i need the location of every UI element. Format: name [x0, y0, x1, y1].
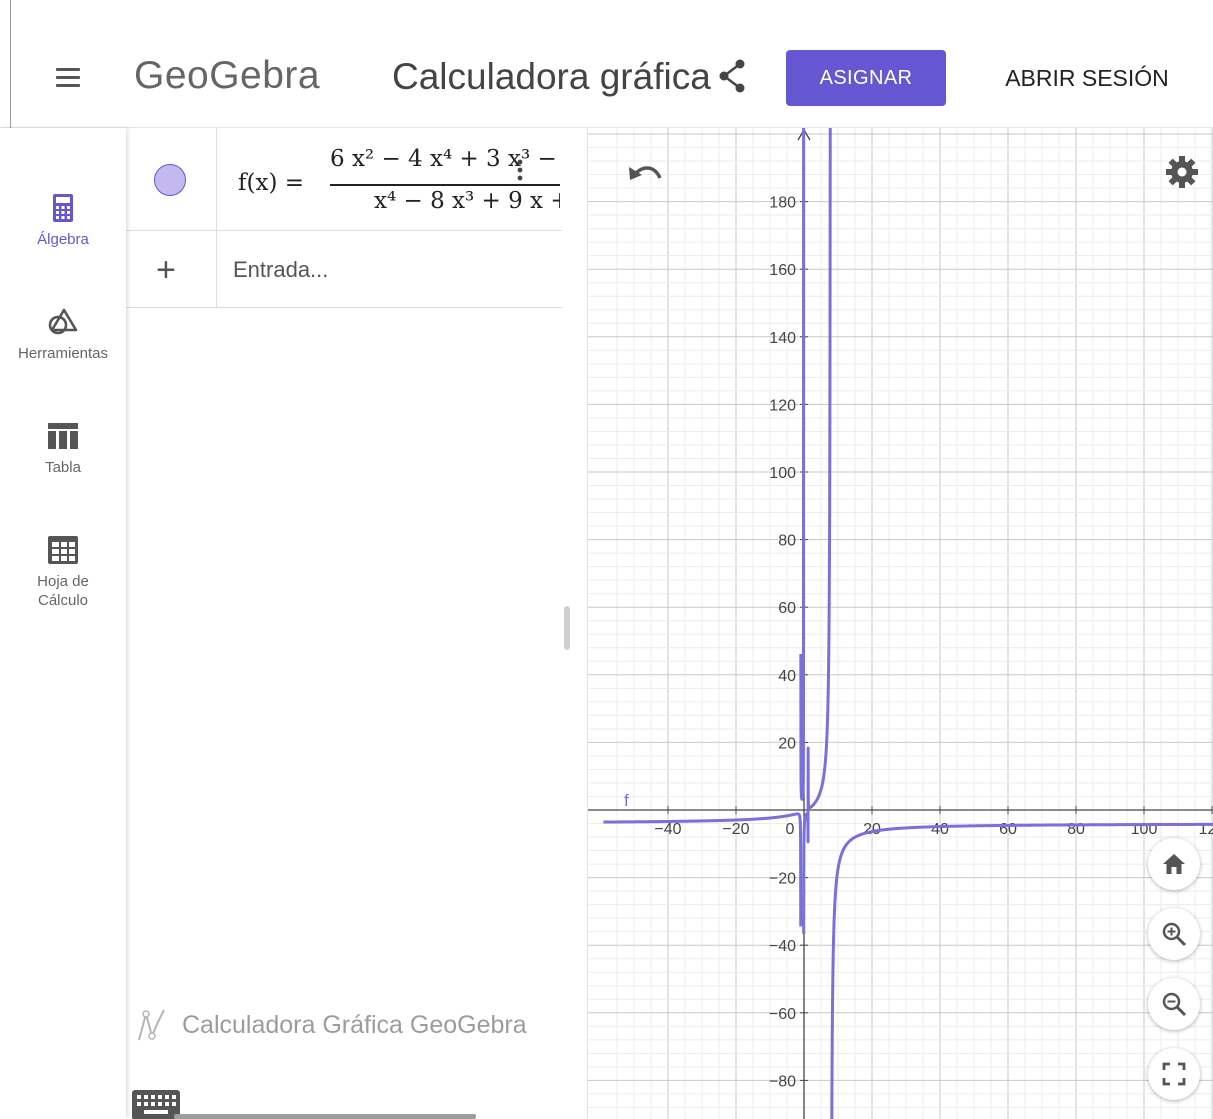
- function-plot[interactable]: −40−20020406080100120−80−60−40−202040608…: [588, 128, 1213, 1119]
- app-title: Calculadora gráfica: [392, 56, 711, 97]
- geogebra-logo[interactable]: GeoGebra: [134, 54, 320, 98]
- y-tick-label: 20: [778, 735, 796, 752]
- y-tick-label: 40: [778, 668, 796, 685]
- home-button[interactable]: [1148, 838, 1200, 890]
- hamburger-menu-icon[interactable]: [52, 64, 84, 90]
- x-tick-label: 60: [999, 821, 1017, 838]
- panel-resize-handle[interactable]: [564, 606, 570, 650]
- y-tick-label: 140: [769, 330, 796, 347]
- graphing-logo-icon: [138, 1009, 165, 1041]
- function-formula[interactable]: f(x) = 6 x² − 4 x⁴ + 3 x³ − 9 x⁴ − 8 x³ …: [238, 142, 560, 222]
- sidebar-item-spreadsheet[interactable]: Hoja de Cálculo: [0, 534, 126, 610]
- window-edge: [10, 0, 11, 128]
- x-tick-label: 0: [786, 821, 795, 838]
- y-tick-label: 80: [778, 533, 796, 550]
- graphics-view[interactable]: −40−20020406080100120−80−60−40−202040608…: [587, 128, 1213, 1119]
- horizontal-scrollbar[interactable]: [174, 1114, 476, 1119]
- tools-icon: [48, 308, 78, 335]
- algebra-row-function[interactable]: f(x) = 6 x² − 4 x⁴ + 3 x³ − 9 x⁴ − 8 x³ …: [126, 128, 562, 231]
- calculator-icon: [53, 194, 73, 222]
- home-icon: [1163, 854, 1185, 874]
- row-marker: [126, 128, 217, 230]
- function-name: f(x) =: [238, 170, 305, 196]
- denominator: x⁴ − 8 x³ + 9 x + 1: [374, 188, 560, 214]
- series-f-line[interactable]: [602, 128, 1213, 1119]
- y-tick-label: −60: [769, 1006, 796, 1023]
- undo-icon[interactable]: [626, 158, 666, 188]
- y-tick-label: 60: [778, 600, 796, 617]
- fullscreen-button[interactable]: [1148, 1048, 1200, 1100]
- sidebar-item-table[interactable]: Tabla: [0, 420, 126, 477]
- assign-button[interactable]: ASIGNAR: [786, 50, 946, 106]
- sidebar-item-label: Herramientas: [17, 345, 109, 362]
- watermark: Calculadora Gráfica GeoGebra: [136, 1008, 527, 1042]
- spreadsheet-icon: [48, 536, 78, 564]
- y-tick-label: 100: [769, 465, 796, 482]
- sidebar-item-algebra[interactable]: Álgebra: [0, 192, 126, 249]
- fraction-bar: [330, 184, 560, 186]
- zoom-in-button[interactable]: [1148, 908, 1200, 960]
- zoom-in-icon: [1162, 922, 1187, 947]
- series-f-label: f: [624, 791, 629, 810]
- algebra-view: f(x) = 6 x² − 4 x⁴ + 3 x³ − 9 x⁴ − 8 x³ …: [126, 128, 562, 1119]
- sidebar-item-label: Álgebra: [37, 231, 89, 248]
- settings-gear-icon[interactable]: [1164, 154, 1200, 190]
- app-header: GeoGebra Calculadora gráfica ASIGNAR ABR…: [0, 0, 1213, 128]
- y-tick-label: −20: [769, 871, 796, 888]
- table-icon: [48, 423, 78, 449]
- x-tick-label: −40: [654, 821, 681, 838]
- zoom-out-button[interactable]: [1148, 978, 1200, 1030]
- login-button[interactable]: ABRIR SESIÓN: [980, 50, 1194, 106]
- algebra-input[interactable]: [233, 255, 553, 285]
- x-tick-label: 40: [931, 821, 949, 838]
- sidebar-item-tools[interactable]: Herramientas: [0, 306, 126, 363]
- more-options-icon[interactable]: [516, 158, 524, 182]
- y-tick-label: −80: [769, 1073, 796, 1090]
- row-marker: +: [126, 231, 217, 307]
- sidebar-item-label: Tabla: [45, 459, 81, 476]
- y-tick-label: 160: [769, 262, 796, 279]
- share-icon[interactable]: [716, 58, 748, 94]
- watermark-text: Calculadora Gráfica GeoGebra: [182, 1010, 527, 1039]
- x-tick-label: −20: [722, 821, 749, 838]
- algebra-row-input: +: [126, 231, 562, 308]
- fullscreen-icon: [1162, 1062, 1186, 1086]
- sidebar: Álgebra Herramientas Tabla Hoja de Cálcu…: [0, 128, 126, 1119]
- visibility-toggle[interactable]: [154, 164, 186, 196]
- zoom-out-icon: [1162, 992, 1187, 1017]
- y-tick-label: 180: [769, 195, 796, 212]
- plus-icon[interactable]: +: [156, 253, 176, 287]
- y-tick-label: −40: [769, 938, 796, 955]
- y-tick-label: 120: [769, 397, 796, 414]
- keyboard-icon[interactable]: [132, 1090, 180, 1119]
- grid: [588, 128, 1213, 1119]
- numerator: 6 x² − 4 x⁴ + 3 x³ − 9: [330, 146, 560, 172]
- sidebar-item-label: Hoja de Cálculo: [37, 573, 89, 609]
